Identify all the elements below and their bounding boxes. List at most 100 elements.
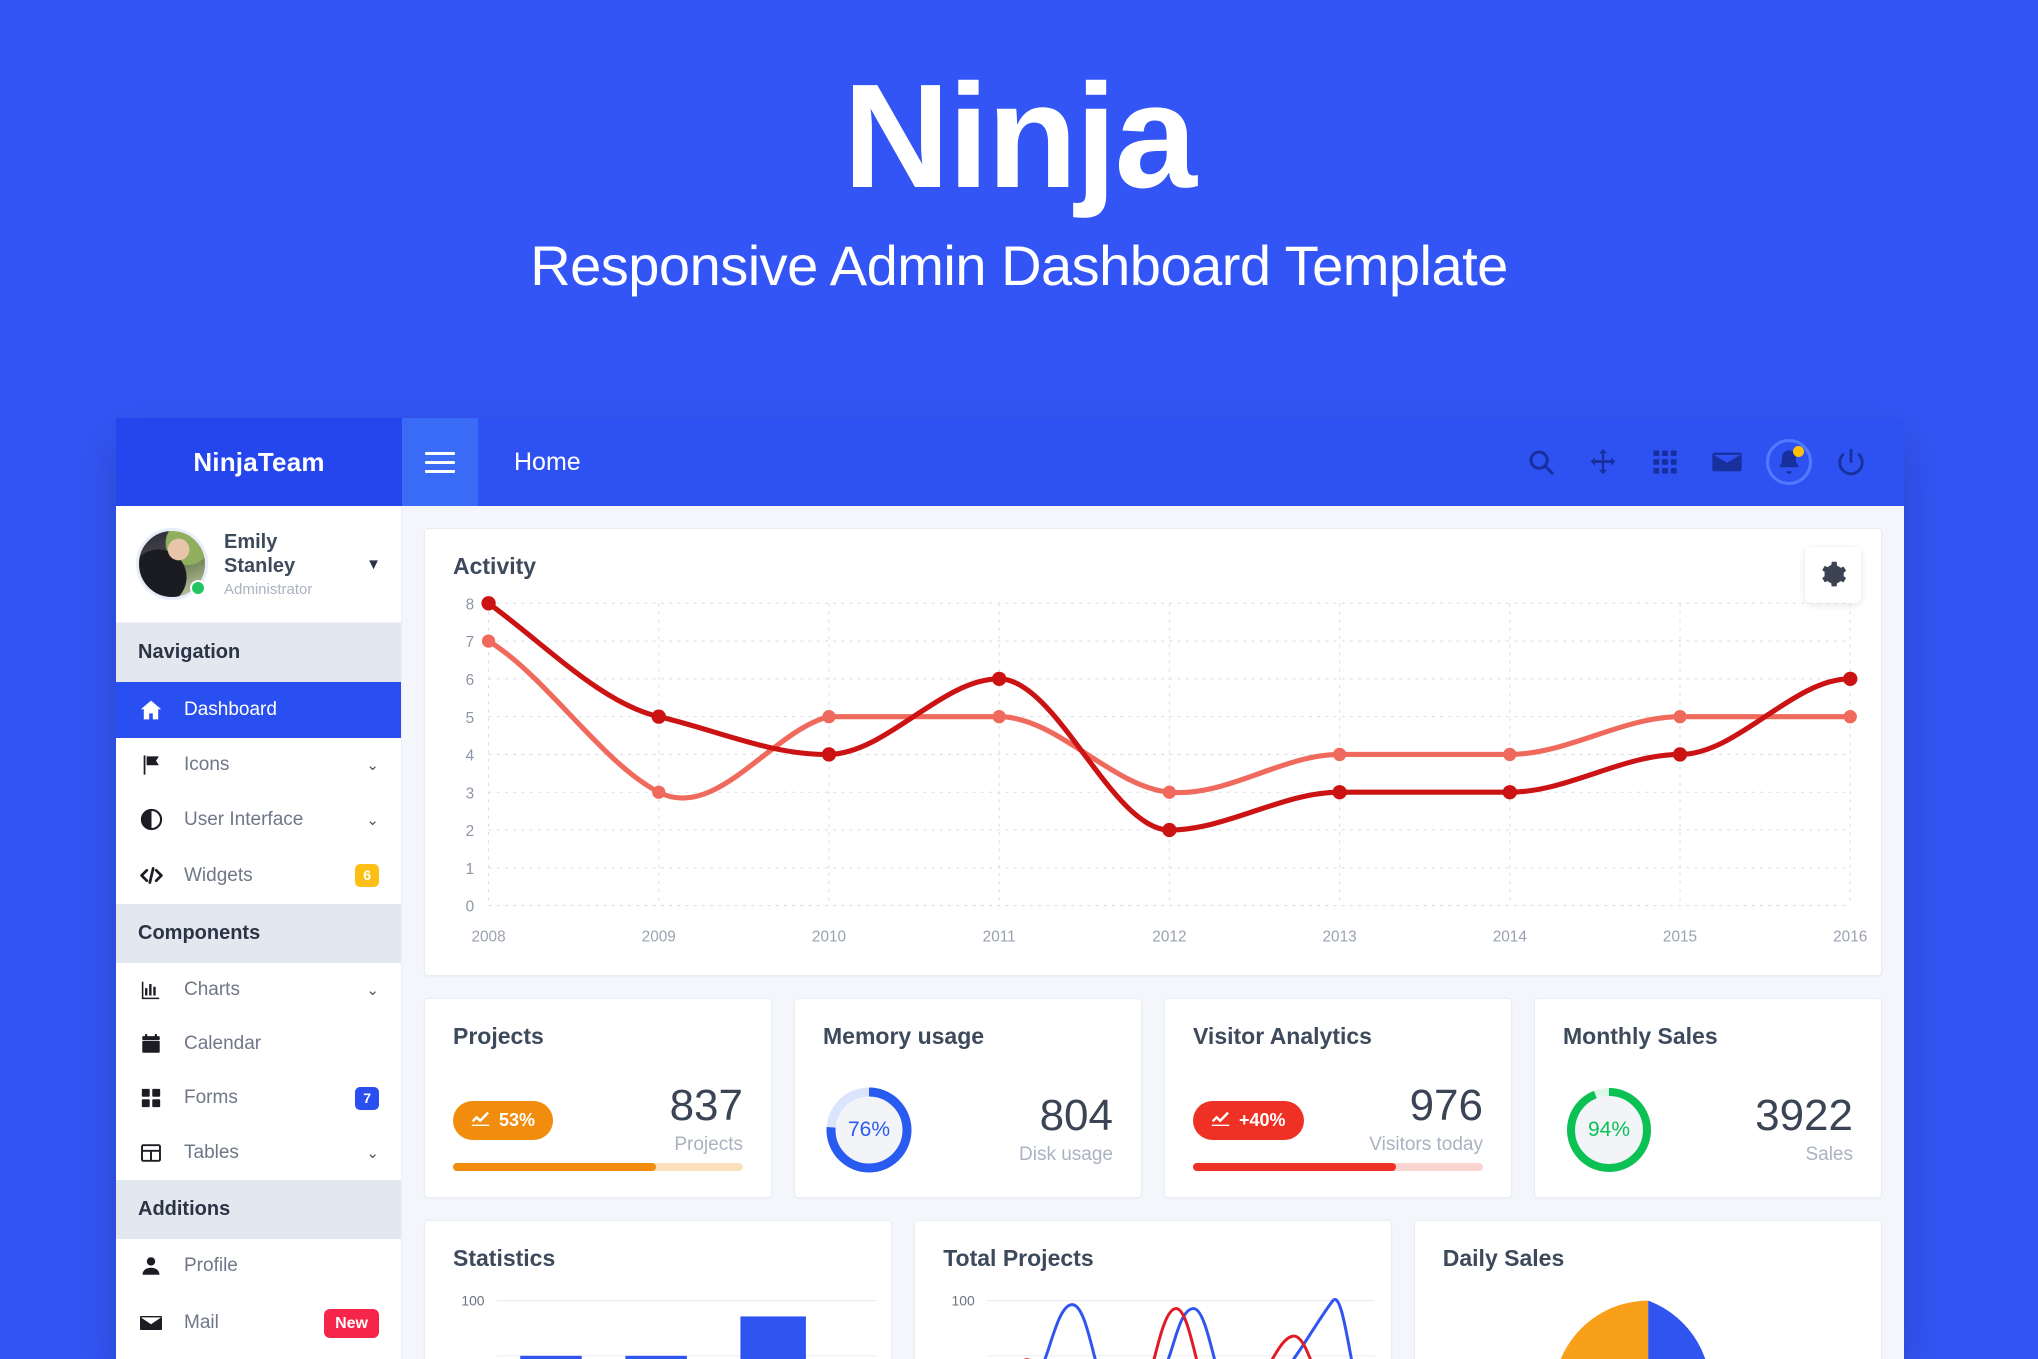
stat-body: +40% 976 Visitors today [1165,1050,1511,1156]
app-body: Emily Stanley Administrator ▼ Navigation… [116,506,1904,1359]
sidebar-item-label: User Interface [184,808,304,830]
svg-text:2011: 2011 [983,928,1016,945]
profile-name: Emily Stanley [224,531,296,577]
activity-card: Activity 8 7 6 5 4 3 2 1 0 2008 2009 201… [424,528,1882,976]
power-icon[interactable] [1834,445,1868,479]
top-bar-icons [1524,439,1868,485]
donut-chart-sales: 94% [1563,1084,1655,1176]
notification-dot [1793,446,1804,457]
sidebar-item-charts[interactable]: Charts ⌄ [116,963,401,1017]
chevron-down-icon: ⌄ [366,982,379,999]
total-projects-line-chart: 100 [915,1279,1391,1359]
stat-right: 3922 Sales [1755,1094,1853,1166]
flag-icon [138,754,164,776]
svg-text:5: 5 [466,710,475,727]
sidebar: Emily Stanley Administrator ▼ Navigation… [116,506,402,1359]
progress-fill [453,1163,656,1171]
bottom-cards-row: Statistics 100 Total Projects 100 Daily … [424,1220,1882,1359]
stat-card-monthly-sales: Monthly Sales 94% 3922 Sales [1534,998,1882,1198]
sidebar-item-calendar[interactable]: Calendar [116,1017,401,1071]
progress-fill [1193,1163,1396,1171]
envelope-icon[interactable] [1710,445,1744,479]
card-title: Statistics [453,1245,556,1271]
progress-bar [453,1163,743,1171]
table-icon [138,1142,164,1164]
status-badge: 7 [355,1087,379,1110]
hero-banner: Ninja Responsive Admin Dashboard Templat… [0,0,2038,298]
sidebar-item-icons[interactable]: Icons ⌄ [116,738,401,792]
sidebar-item-profile[interactable]: Profile [116,1239,401,1293]
brand-logo[interactable]: NinjaTeam [116,418,402,506]
donut-chart-memory: 76% [823,1084,915,1176]
sidebar-item-mail[interactable]: Mail New [116,1293,401,1354]
app-window: NinjaTeam Home Emily Stanley Administrat… [116,418,1904,1359]
svg-text:1: 1 [466,861,475,878]
sidebar-item-page[interactable]: Page ⌄ [116,1354,401,1359]
bell-notification-icon[interactable] [1766,439,1812,485]
statistics-card: Statistics 100 [424,1220,893,1359]
profile-role: Administrator [224,581,313,598]
search-icon[interactable] [1524,445,1558,479]
code-icon [138,863,164,888]
svg-text:3: 3 [466,785,475,802]
svg-text:100: 100 [952,1293,976,1309]
stat-right: 976 Visitors today [1369,1084,1483,1156]
stat-body: 94% 3922 Sales [1535,1050,1881,1176]
sidebar-item-user-interface[interactable]: User Interface ⌄ [116,792,401,847]
badge-value: +40% [1239,1109,1286,1130]
grid-apps-icon[interactable] [1648,445,1682,479]
top-bar-main: Home [478,418,1904,506]
svg-text:2013: 2013 [1323,928,1357,945]
trend-chart-icon [471,1110,490,1131]
sidebar-item-forms[interactable]: Forms 7 [116,1071,401,1126]
chevron-down-icon: ⌄ [366,1144,379,1162]
svg-text:2008: 2008 [471,928,505,945]
stat-card-projects: Projects 53% 837 Projects [424,998,772,1198]
svg-text:2012: 2012 [1152,928,1186,945]
sidebar-item-label: Profile [184,1254,238,1276]
sidebar-section-additions: Additions [116,1179,401,1239]
top-bar: NinjaTeam Home [116,418,1904,506]
chevron-down-icon[interactable]: ▼ [366,556,381,573]
status-badge: 53% [453,1100,554,1140]
sidebar-item-label: Mail [184,1312,219,1334]
sidebar-item-dashboard[interactable]: Dashboard [116,682,401,738]
hero-subtitle: Responsive Admin Dashboard Template [530,233,1508,297]
svg-text:2: 2 [466,823,475,840]
svg-text:7: 7 [466,634,475,651]
stat-value: 837 [669,1081,743,1130]
chevron-down-icon: ⌄ [366,757,379,774]
stat-value: 804 [1039,1091,1113,1140]
forms-grid-icon [138,1087,164,1109]
sidebar-toggle-button[interactable] [402,418,478,506]
svg-text:2015: 2015 [1663,928,1697,945]
progress-bar [1193,1163,1483,1171]
donut-label: 76% [847,1118,891,1141]
mail-icon [138,1311,164,1335]
status-badge: New [324,1308,379,1338]
stat-right: 837 Projects [670,1084,743,1156]
stat-card-memory-usage: Memory usage 76% 804 Disk usage [794,998,1142,1198]
stat-caption: Disk usage [1019,1144,1113,1165]
sidebar-item-label: Charts [184,979,240,1000]
stat-caption: Sales [1805,1144,1853,1165]
svg-text:2016: 2016 [1833,928,1867,945]
stat-cards-row: Projects 53% 837 Projects Memory usage 7… [424,998,1882,1198]
move-arrows-icon[interactable] [1586,445,1620,479]
sidebar-section-components: Components [116,904,401,963]
stat-value: 976 [1409,1081,1483,1130]
svg-text:4: 4 [466,748,475,765]
main-content: Activity 8 7 6 5 4 3 2 1 0 2008 2009 201… [402,506,1904,1359]
svg-text:0: 0 [466,899,475,916]
sidebar-profile[interactable]: Emily Stanley Administrator ▼ [116,506,401,623]
daily-sales-card: Daily Sales 22.2% [1413,1220,1882,1359]
activity-line-chart: 8 7 6 5 4 3 2 1 0 2008 2009 2010 2011 20… [425,589,1881,975]
card-title: Memory usage [823,1023,985,1049]
stat-body: 76% 804 Disk usage [795,1050,1141,1176]
stat-body: 53% 837 Projects [425,1050,771,1156]
online-status-indicator [190,580,206,596]
svg-text:2014: 2014 [1493,928,1528,945]
sidebar-item-widgets[interactable]: Widgets 6 [116,847,401,904]
home-icon [138,698,164,722]
sidebar-item-tables[interactable]: Tables ⌄ [116,1126,401,1180]
